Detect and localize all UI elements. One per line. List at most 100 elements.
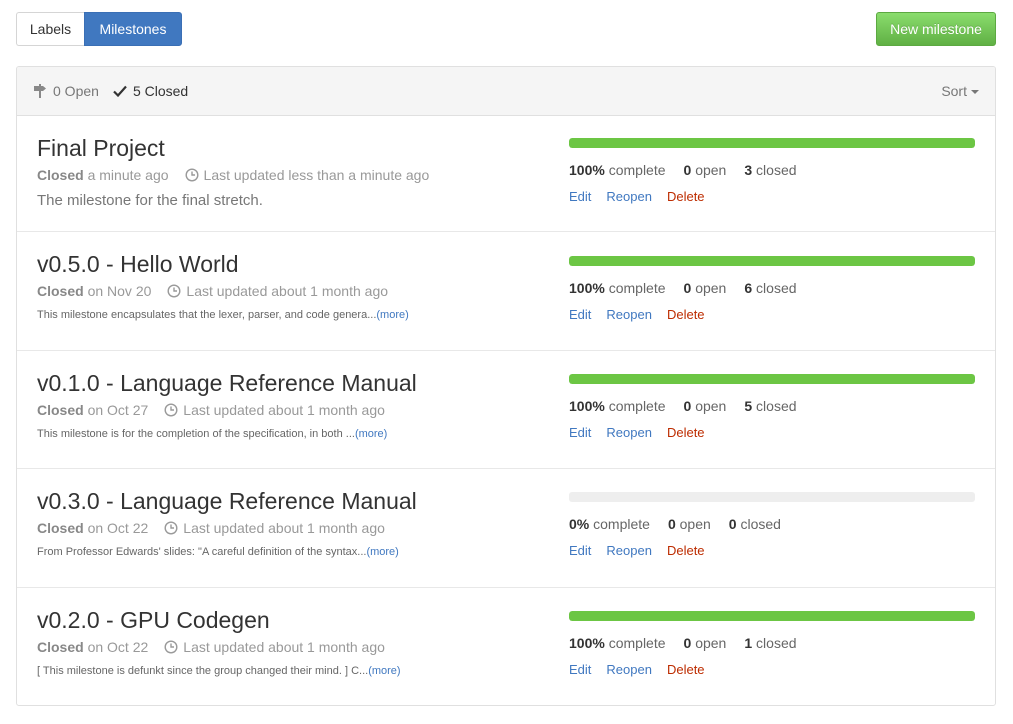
closed-issues: 0 closed — [729, 516, 781, 532]
delete-link[interactable]: Delete — [667, 189, 705, 204]
more-link[interactable]: (more) — [376, 309, 408, 321]
percent-value: 0% — [569, 516, 590, 532]
milestone-progress: 100% complete 0 open 5 closed Edit Reope… — [569, 374, 975, 440]
milestone-meta: Closed on Oct 22 Last updated about 1 mo… — [37, 520, 417, 536]
percent-complete: 100% complete — [569, 162, 666, 178]
milestone-actions: Edit Reopen Delete — [569, 543, 975, 558]
description-text: The milestone for the final stretch. — [37, 192, 263, 209]
closed-label: closed — [756, 635, 797, 651]
milestone-title[interactable]: Final Project — [37, 134, 429, 162]
milestones-list: 0 Open 5 Closed Sort Final Project Close… — [16, 66, 996, 706]
closed-label: closed — [740, 516, 781, 532]
more-link[interactable]: (more) — [366, 546, 398, 558]
sort-label: Sort — [941, 83, 967, 99]
closed-issues: 5 closed — [744, 398, 796, 414]
description-text: This milestone is for the completion of … — [37, 428, 355, 440]
more-link[interactable]: (more) — [355, 428, 387, 440]
milestone-stats: 100% complete 0 open 5 closed — [569, 398, 975, 414]
milestone-icon — [33, 83, 47, 99]
top-bar: Labels Milestones New milestone — [0, 0, 1013, 60]
percent-value: 100% — [569, 162, 605, 178]
open-label: open — [695, 162, 727, 178]
closed-when: on Oct 22 — [87, 520, 149, 536]
new-milestone-button[interactable]: New milestone — [876, 12, 996, 46]
clock-icon — [167, 284, 181, 298]
closed-state-label: Closed — [37, 402, 84, 418]
closed-value: 3 — [744, 162, 753, 178]
edit-link[interactable]: Edit — [569, 189, 591, 204]
closed-value: 1 — [744, 635, 753, 651]
clock-icon — [185, 168, 199, 182]
milestone-actions: Edit Reopen Delete — [569, 662, 975, 677]
open-value: 0 — [683, 162, 692, 178]
milestone-meta: Closed a minute ago Last updated less th… — [37, 167, 429, 183]
open-label: open — [695, 280, 727, 296]
edit-link[interactable]: Edit — [569, 307, 591, 322]
edit-link[interactable]: Edit — [569, 543, 591, 558]
open-issues: 0 open — [684, 398, 727, 414]
closed-state-label: Closed — [37, 639, 84, 655]
reopen-link[interactable]: Reopen — [606, 662, 652, 677]
clock-icon — [164, 521, 178, 535]
reopen-link[interactable]: Reopen — [606, 189, 652, 204]
milestone-progress: 100% complete 0 open 1 closed Edit Reope… — [569, 611, 975, 677]
milestone-row: v0.2.0 - GPU Codegen Closed on Oct 22 La… — [17, 588, 995, 705]
milestone-title[interactable]: v0.3.0 - Language Reference Manual — [37, 487, 417, 515]
progress-bar — [569, 138, 975, 148]
sort-dropdown[interactable]: Sort — [941, 67, 979, 115]
edit-link[interactable]: Edit — [569, 662, 591, 677]
percent-label: complete — [608, 162, 666, 178]
delete-link[interactable]: Delete — [667, 425, 705, 440]
closed-value: 0 — [728, 516, 737, 532]
progress-bar — [569, 611, 975, 621]
delete-link[interactable]: Delete — [667, 543, 705, 558]
milestone-stats: 100% complete 0 open 1 closed — [569, 635, 975, 651]
delete-link[interactable]: Delete — [667, 307, 705, 322]
labels-milestones-switcher: Labels Milestones — [16, 12, 182, 46]
milestone-meta: Closed on Nov 20 Last updated about 1 mo… — [37, 283, 409, 299]
progress-bar-fill — [569, 256, 975, 266]
milestone-row: Final Project Closed a minute ago Last u… — [17, 116, 995, 232]
more-link[interactable]: (more) — [368, 665, 400, 677]
progress-bar-fill — [569, 374, 975, 384]
open-label: open — [679, 516, 711, 532]
progress-bar — [569, 374, 975, 384]
reopen-link[interactable]: Reopen — [606, 425, 652, 440]
open-value: 0 — [683, 635, 692, 651]
last-updated: Last updated less than a minute ago — [203, 167, 430, 183]
milestone-meta: Closed on Oct 22 Last updated about 1 mo… — [37, 639, 401, 655]
reopen-link[interactable]: Reopen — [606, 543, 652, 558]
last-updated: Last updated about 1 month ago — [186, 283, 389, 299]
open-value: 0 — [667, 516, 676, 532]
closed-state-label: Closed — [37, 520, 84, 536]
milestone-title[interactable]: v0.5.0 - Hello World — [37, 250, 409, 278]
closed-issues: 6 closed — [744, 280, 796, 296]
last-updated: Last updated about 1 month ago — [183, 402, 385, 418]
reopen-link[interactable]: Reopen — [606, 307, 652, 322]
closed-filter[interactable]: 5 Closed — [113, 83, 188, 99]
open-value: 0 — [683, 398, 692, 414]
delete-link[interactable]: Delete — [667, 662, 705, 677]
open-label: open — [695, 635, 727, 651]
edit-link[interactable]: Edit — [569, 425, 591, 440]
milestone-info: v0.5.0 - Hello World Closed on Nov 20 La… — [37, 250, 409, 321]
percent-complete: 100% complete — [569, 280, 666, 296]
milestone-title[interactable]: v0.1.0 - Language Reference Manual — [37, 369, 417, 397]
progress-bar-fill — [569, 138, 975, 148]
milestone-title[interactable]: v0.2.0 - GPU Codegen — [37, 606, 401, 634]
milestone-description: From Professor Edwards' slides: "A caref… — [37, 546, 417, 558]
milestone-progress: 100% complete 0 open 3 closed Edit Reope… — [569, 138, 975, 204]
closed-value: 5 — [744, 398, 753, 414]
milestone-info: v0.1.0 - Language Reference Manual Close… — [37, 369, 417, 440]
clock-icon — [164, 403, 178, 417]
labels-tab[interactable]: Labels — [16, 12, 84, 46]
milestone-stats: 100% complete 0 open 6 closed — [569, 280, 975, 296]
check-icon — [113, 85, 127, 97]
last-updated: Last updated about 1 month ago — [183, 639, 385, 655]
milestone-meta: Closed on Oct 27 Last updated about 1 mo… — [37, 402, 417, 418]
percent-value: 100% — [569, 280, 605, 296]
milestones-tab[interactable]: Milestones — [84, 12, 182, 46]
open-filter[interactable]: 0 Open — [33, 83, 99, 99]
percent-label: complete — [608, 635, 666, 651]
percent-value: 100% — [569, 398, 605, 414]
